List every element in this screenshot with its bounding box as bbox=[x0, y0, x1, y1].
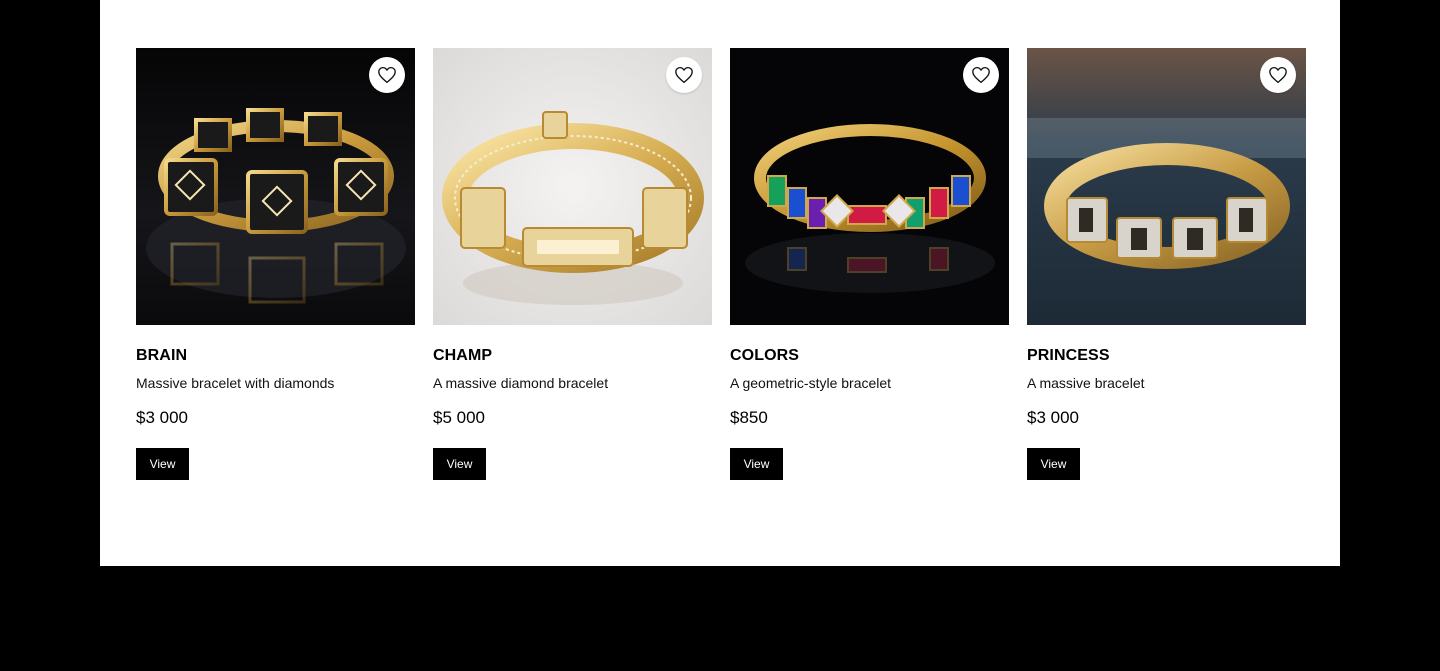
product-price: $850 bbox=[730, 408, 768, 427]
bracelet-image bbox=[1027, 48, 1306, 325]
bracelet-image bbox=[433, 48, 712, 325]
bracelet-image bbox=[136, 48, 415, 325]
product-image-champ[interactable] bbox=[433, 48, 712, 325]
product-price: $5 000 bbox=[433, 408, 485, 427]
product-name: PRINCESS bbox=[1027, 347, 1110, 364]
product-description: Massive bracelet with diamonds bbox=[136, 375, 335, 391]
product-price: $3 000 bbox=[1027, 408, 1079, 427]
product-card: CHAMP A massive diamond bracelet $5 000 … bbox=[433, 48, 712, 480]
favorite-button[interactable] bbox=[963, 57, 999, 93]
heart-outline-icon bbox=[1269, 66, 1287, 84]
bracelet-image bbox=[730, 48, 1009, 325]
product-name: BRAIN bbox=[136, 347, 188, 364]
heart-outline-icon bbox=[972, 66, 990, 84]
view-button[interactable]: View bbox=[433, 448, 486, 480]
view-button[interactable]: View bbox=[1027, 448, 1080, 480]
heart-outline-icon bbox=[378, 66, 396, 84]
product-card: BRAIN Massive bracelet with diamonds $3 … bbox=[136, 48, 415, 480]
product-card: PRINCESS A massive bracelet $3 000 View bbox=[1027, 48, 1306, 480]
product-grid: BRAIN Massive bracelet with diamonds $3 … bbox=[136, 48, 1306, 480]
heart-outline-icon bbox=[675, 66, 693, 84]
product-card: COLORS A geometric-style bracelet $850 V… bbox=[730, 48, 1009, 480]
view-button[interactable]: View bbox=[730, 448, 783, 480]
product-name: CHAMP bbox=[433, 347, 493, 364]
product-image-princess[interactable] bbox=[1027, 48, 1306, 325]
favorite-button[interactable] bbox=[369, 57, 405, 93]
product-description: A geometric-style bracelet bbox=[730, 375, 892, 391]
product-section: BRAIN Massive bracelet with diamonds $3 … bbox=[100, 0, 1340, 566]
product-price: $3 000 bbox=[136, 408, 188, 427]
product-name: COLORS bbox=[730, 347, 800, 364]
product-image-colors[interactable] bbox=[730, 48, 1009, 325]
favorite-button[interactable] bbox=[666, 57, 702, 93]
view-button[interactable]: View bbox=[136, 448, 189, 480]
product-description: A massive bracelet bbox=[1027, 375, 1145, 391]
product-image-brain[interactable] bbox=[136, 48, 415, 325]
favorite-button[interactable] bbox=[1260, 57, 1296, 93]
product-description: A massive diamond bracelet bbox=[433, 375, 609, 391]
